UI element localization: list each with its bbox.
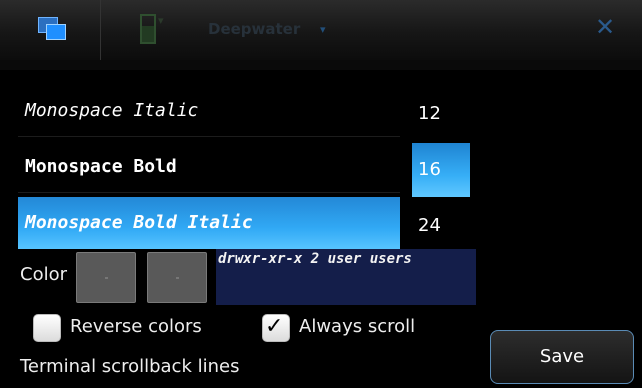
- reverse-colors-label: Reverse colors: [70, 316, 202, 337]
- foreground-color-swatch[interactable]: [76, 252, 136, 303]
- close-icon: ✕: [594, 13, 616, 41]
- size-item-24[interactable]: 24: [412, 199, 470, 253]
- background-color-swatch[interactable]: [147, 252, 207, 303]
- size-item-12[interactable]: 12: [412, 87, 470, 141]
- reverse-colors-checkbox[interactable]: [33, 314, 61, 342]
- close-button[interactable]: ✕: [590, 12, 620, 42]
- signal-icon: ▾: [158, 14, 164, 27]
- font-item-monospace-italic[interactable]: Monospace Italic: [18, 85, 400, 137]
- font-item-monospace-bold-italic[interactable]: Monospace Bold Italic: [18, 197, 400, 249]
- top-bar: ▾ Deepwater ▾ ✕: [0, 0, 642, 60]
- save-button[interactable]: Save: [490, 330, 634, 384]
- size-item-16[interactable]: 16: [412, 143, 470, 197]
- windows-icon: [38, 17, 68, 41]
- divider: [0, 60, 642, 70]
- terminal-preview: drwxr-xr-x 2 user users: [216, 249, 476, 305]
- status-area[interactable]: ▾ Deepwater ▾: [130, 10, 490, 50]
- task-switcher-button[interactable]: [0, 0, 101, 60]
- chevron-down-icon: ▾: [320, 23, 326, 36]
- always-scroll-label: Always scroll: [299, 316, 416, 337]
- always-scroll-checkbox[interactable]: [262, 314, 290, 342]
- color-label: Color: [20, 264, 67, 285]
- window-title: Deepwater: [208, 20, 301, 38]
- battery-icon: [140, 14, 156, 44]
- font-item-monospace-bold[interactable]: Monospace Bold: [18, 141, 400, 193]
- scrollback-label: Terminal scrollback lines: [20, 356, 240, 377]
